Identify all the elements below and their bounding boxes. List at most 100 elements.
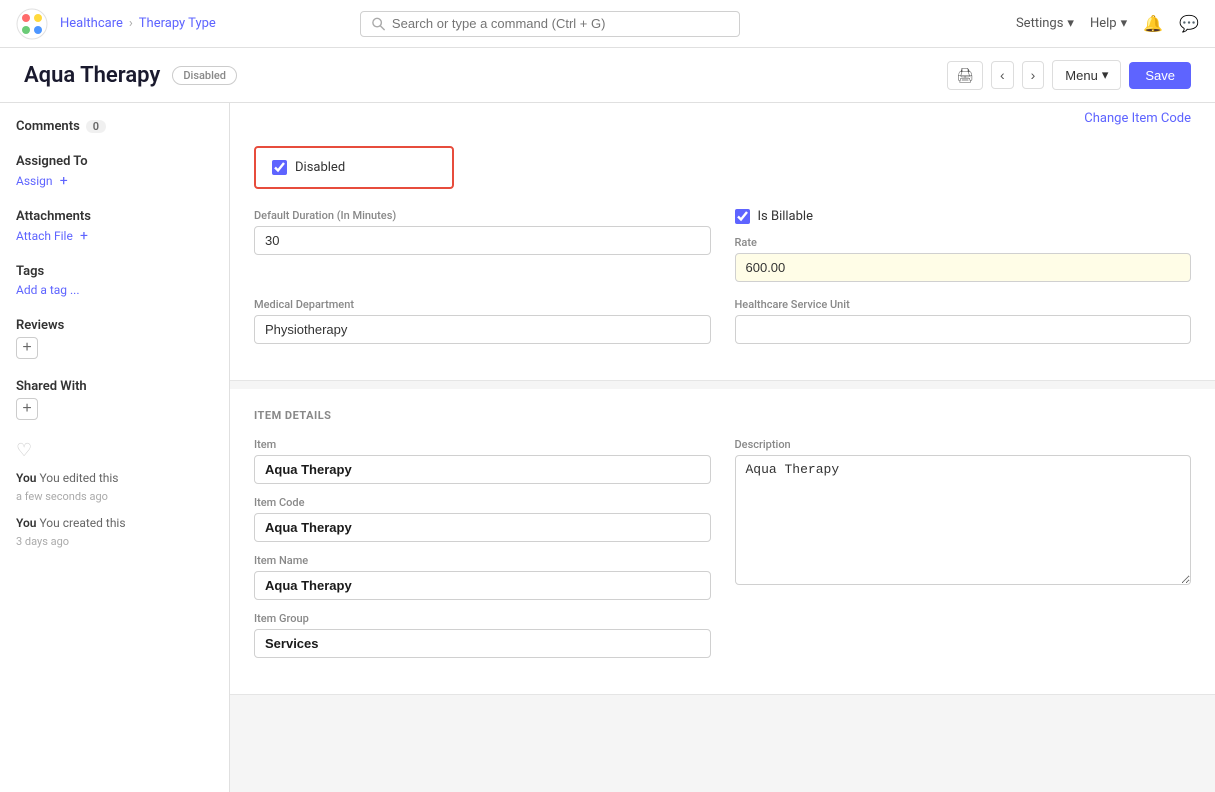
item-name-input[interactable]	[254, 571, 711, 600]
form-group-default-duration: Default Duration (In Minutes)	[254, 209, 711, 282]
menu-label: Menu	[1065, 68, 1098, 83]
sidebar-reviews: Reviews +	[16, 318, 213, 359]
created-time: 3 days ago	[16, 535, 69, 548]
attachments-label: Attachments	[16, 209, 213, 224]
next-button[interactable]: ›	[1022, 61, 1045, 89]
comments-count: 0	[86, 120, 106, 133]
add-review-button[interactable]: +	[16, 337, 38, 359]
item-name-label: Item Name	[254, 554, 711, 567]
attach-file-link[interactable]: Attach File	[16, 229, 73, 243]
medical-department-label: Medical Department	[254, 298, 711, 311]
form-group-service-unit: Healthcare Service Unit	[735, 298, 1192, 344]
assign-plus-icon[interactable]: +	[60, 173, 68, 189]
created-text: You created this	[39, 516, 125, 530]
you-label-edited: You	[16, 471, 36, 485]
main-form-panel: Disabled Default Duration (In Minutes) I…	[230, 126, 1215, 381]
sidebar-assigned-to: Assigned To Assign +	[16, 154, 213, 189]
attach-plus-icon[interactable]: +	[80, 228, 88, 244]
form-row-item-description: Item Item Code Item Name Item Group Desc…	[254, 438, 1191, 658]
app-logo	[16, 8, 48, 40]
item-group-label: Item Group	[254, 612, 711, 625]
disabled-checkbox[interactable]	[272, 160, 287, 175]
add-shared-button[interactable]: +	[16, 398, 38, 420]
default-duration-label: Default Duration (In Minutes)	[254, 209, 711, 222]
sidebar-attachments: Attachments Attach File +	[16, 209, 213, 244]
prev-button[interactable]: ‹	[991, 61, 1014, 89]
item-input[interactable]	[254, 455, 711, 484]
settings-chevron: ▾	[1067, 16, 1074, 31]
main-layout: Comments 0 Assigned To Assign + Attachme…	[0, 103, 1215, 792]
help-chevron: ▾	[1121, 16, 1128, 31]
assigned-to-label: Assigned To	[16, 154, 213, 169]
form-group-item-fields: Item Item Code Item Name Item Group	[254, 438, 711, 658]
page-header: Aqua Therapy Disabled 🖨 ‹ › Menu ▾ Save	[0, 48, 1215, 103]
help-label: Help	[1090, 16, 1117, 31]
rate-label: Rate	[735, 236, 1192, 249]
help-menu[interactable]: Help ▾	[1090, 16, 1127, 31]
item-code-label: Item Code	[254, 496, 711, 509]
assign-link[interactable]: Assign	[16, 174, 53, 188]
item-code-input[interactable]	[254, 513, 711, 542]
form-group-description: Description Aqua Therapy	[735, 438, 1192, 658]
page-title: Aqua Therapy	[24, 63, 160, 88]
sidebar: Comments 0 Assigned To Assign + Attachme…	[0, 103, 230, 792]
disabled-label: Disabled	[295, 160, 345, 175]
description-textarea[interactable]: Aqua Therapy	[735, 455, 1192, 585]
item-group-input[interactable]	[254, 629, 711, 658]
form-group-billable-rate: Is Billable Rate	[735, 209, 1192, 282]
notification-icon[interactable]: 🔔	[1143, 14, 1163, 33]
is-billable-label: Is Billable	[758, 209, 813, 224]
chat-icon[interactable]: 💬	[1179, 14, 1199, 33]
add-tag-link[interactable]: Add a tag ...	[16, 283, 80, 297]
shared-with-label: Shared With	[16, 379, 213, 394]
you-label-created: You	[16, 516, 36, 530]
status-badge: Disabled	[172, 66, 237, 85]
content-area: Change Item Code Disabled Default Durati…	[230, 103, 1215, 792]
menu-button[interactable]: Menu ▾	[1052, 60, 1121, 90]
item-label: Item	[254, 438, 711, 451]
menu-chevron: ▾	[1102, 67, 1109, 83]
form-row-duration-billable: Default Duration (In Minutes) Is Billabl…	[254, 209, 1191, 282]
breadcrumb-healthcare[interactable]: Healthcare	[60, 16, 123, 31]
search-bar[interactable]	[360, 11, 740, 37]
breadcrumb: Healthcare › Therapy Type	[60, 16, 216, 31]
healthcare-service-unit-input[interactable]	[735, 315, 1192, 344]
comments-section-title: Comments 0	[16, 119, 213, 134]
tags-label: Tags	[16, 264, 213, 279]
is-billable-checkbox[interactable]	[735, 209, 750, 224]
sidebar-comments: Comments 0	[16, 119, 213, 134]
breadcrumb-therapy-type[interactable]: Therapy Type	[139, 16, 216, 31]
edited-time: a few seconds ago	[16, 490, 108, 503]
medical-department-input[interactable]	[254, 315, 711, 344]
activity-created: You You created this 3 days ago	[16, 514, 213, 551]
disabled-section: Disabled	[254, 146, 454, 189]
form-group-medical-dept: Medical Department	[254, 298, 711, 344]
settings-menu[interactable]: Settings ▾	[1016, 16, 1074, 31]
navbar-right: Settings ▾ Help ▾ 🔔 💬	[1016, 14, 1199, 33]
change-item-code-bar: Change Item Code	[230, 103, 1215, 126]
form-row-department-unit: Medical Department Healthcare Service Un…	[254, 298, 1191, 344]
description-label: Description	[735, 438, 1192, 451]
heart-icon[interactable]: ♡	[16, 440, 213, 461]
reviews-label: Reviews	[16, 318, 213, 333]
change-item-code-link[interactable]: Change Item Code	[1084, 111, 1191, 126]
settings-label: Settings	[1016, 16, 1063, 31]
print-button[interactable]: 🖨	[947, 61, 983, 90]
breadcrumb-sep1: ›	[129, 16, 133, 31]
sidebar-tags: Tags Add a tag ...	[16, 264, 213, 298]
item-details-panel: ITEM DETAILS Item Item Code Item Name It…	[230, 389, 1215, 695]
edited-text: You edited this	[39, 471, 118, 485]
page-actions: 🖨 ‹ › Menu ▾ Save	[947, 60, 1191, 90]
healthcare-service-unit-label: Healthcare Service Unit	[735, 298, 1192, 311]
rate-input[interactable]	[735, 253, 1192, 282]
activity-edited: You You edited this a few seconds ago	[16, 469, 213, 506]
comments-label: Comments	[16, 119, 80, 134]
sidebar-shared-with: Shared With +	[16, 379, 213, 420]
navbar: Healthcare › Therapy Type Settings ▾ Hel…	[0, 0, 1215, 48]
item-details-heading: ITEM DETAILS	[254, 409, 1191, 422]
is-billable-row: Is Billable	[735, 209, 1192, 224]
save-button[interactable]: Save	[1129, 62, 1191, 89]
search-icon	[371, 16, 386, 32]
default-duration-input[interactable]	[254, 226, 711, 255]
search-input[interactable]	[392, 16, 729, 31]
